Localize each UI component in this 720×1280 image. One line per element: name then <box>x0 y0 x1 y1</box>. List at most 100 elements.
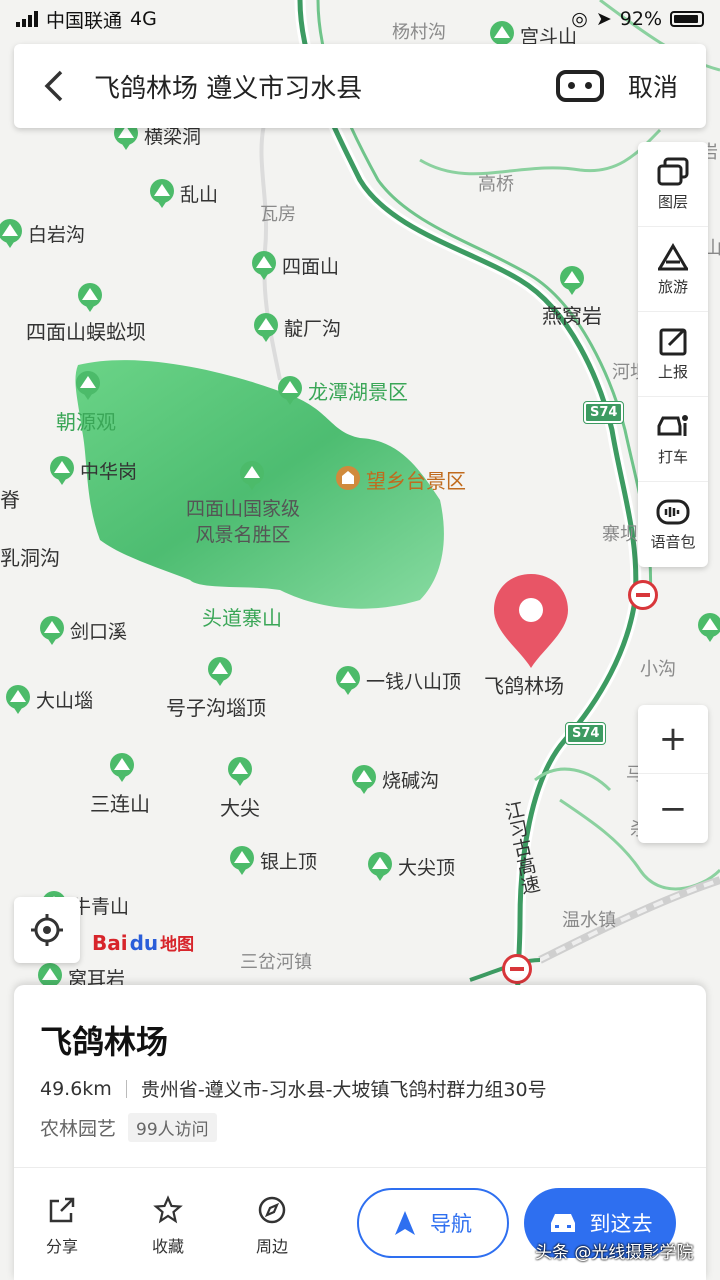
label-toudaozhaishan: 头道寨山 <box>202 606 282 630</box>
zoom-in-button[interactable]: + <box>638 705 708 774</box>
favorite-button[interactable]: 收藏 <box>138 1195 198 1257</box>
poi-scenic-area-pin[interactable] <box>238 460 270 490</box>
cancel-button[interactable]: 取消 <box>628 68 678 104</box>
tool-travel[interactable]: 旅游 <box>638 227 708 312</box>
poi-yanwoyan-label: 燕窝岩 <box>542 304 602 328</box>
place-detail-card[interactable]: 飞鸽林场 49.6km 贵州省-遵义市-习水县-大坡镇飞鸽村群力组30号 农林园… <box>14 985 706 1280</box>
compass-icon <box>258 1196 286 1224</box>
tool-voice-pack[interactable]: 语音包 <box>638 482 708 567</box>
watermark: 头条 @光线摄影学院 <box>535 1243 694 1263</box>
poi-haozigou-pin[interactable] <box>206 656 238 686</box>
signal-icon <box>16 11 38 27</box>
network-type: 4G <box>130 8 157 30</box>
place-address: 贵州省-遵义市-习水县-大坡镇飞鸽村群力组30号 <box>140 1079 547 1101</box>
poi-dashannao[interactable]: 大山堖 <box>4 684 93 714</box>
poi-sanlianshan-label: 三连山 <box>90 792 150 816</box>
location-arrow-icon: ➤ <box>595 8 612 30</box>
battery-icon <box>670 11 704 27</box>
mountain-pin-icon <box>0 219 22 248</box>
mountain-pin-icon <box>110 753 134 782</box>
zoom-control: + − <box>638 705 708 843</box>
mountain-pin-icon <box>278 376 302 405</box>
place-distance: 49.6km <box>40 1077 112 1100</box>
car-icon <box>550 1214 575 1232</box>
poi-dianchanggou[interactable]: 靛厂沟 <box>252 312 341 342</box>
place-xiaogou: 小沟 <box>640 659 676 680</box>
poi-longtanhu[interactable]: 龙潭湖景区 <box>276 375 408 405</box>
poi-shaojiangou[interactable]: 烧碱沟 <box>350 764 439 794</box>
scenic-area-label: 四面山国家级 风景名胜区 <box>186 498 301 546</box>
poi-yiqianbashanding[interactable]: 一钱八山顶 <box>334 665 461 695</box>
destination-label: 飞鸽林场 <box>484 674 564 698</box>
poi-dajianding[interactable]: 大尖顶 <box>366 851 455 881</box>
back-button[interactable] <box>14 44 94 128</box>
poi-zhonghuagang[interactable]: 中华岗 <box>48 455 137 485</box>
mountain-pin-icon <box>254 313 278 342</box>
poi-wugongba[interactable] <box>76 282 108 312</box>
mountain-pin-icon <box>252 251 276 280</box>
poi-edge-right[interactable] <box>696 612 720 642</box>
poi-wugongba-label: 四面山蜈蚣坝 <box>26 320 146 344</box>
nearby-button[interactable]: 周边 <box>242 1195 302 1257</box>
mountain-pin-icon <box>230 846 254 875</box>
mountain-pin-icon <box>40 616 64 645</box>
rotation-lock-icon: ◎ <box>571 8 588 30</box>
attraction-pin-icon <box>336 466 360 490</box>
mountain-pin-icon <box>368 852 392 881</box>
place-name: 飞鸽林场 <box>40 1023 169 1061</box>
highway-shield: S74 <box>582 401 625 424</box>
place-category: 农林园艺 <box>40 1118 117 1140</box>
visit-count-badge: 99人访问 <box>128 1113 217 1142</box>
poi-chaoyuanguan-pin[interactable] <box>74 370 106 400</box>
place-wafang: 瓦房 <box>260 204 296 225</box>
highway-shield: S74 <box>564 722 607 745</box>
battery-percent: 92% <box>619 8 662 30</box>
navigate-button[interactable]: 导航 <box>357 1188 509 1258</box>
mountain-pin-icon <box>560 266 584 295</box>
no-entry-icon <box>502 954 532 984</box>
poi-sanlianshan-pin[interactable] <box>108 752 140 782</box>
baidu-logo: Bai du 地图 <box>92 930 195 956</box>
layers-icon <box>657 157 689 185</box>
locate-button[interactable] <box>14 897 80 963</box>
poi-simianshan[interactable]: 四面山 <box>250 250 339 280</box>
mountain-pin-icon <box>698 613 720 642</box>
poi-wangxiangtai[interactable]: 望乡台景区 <box>334 464 466 494</box>
map-toolbar: 图层 旅游 上报 打车 语音包 <box>638 142 708 567</box>
mountain-pin-icon <box>336 666 360 695</box>
tool-taxi[interactable]: 打车 <box>638 397 708 482</box>
mountain-pin-icon <box>208 657 232 686</box>
poi-yinshangding[interactable]: 银上顶 <box>228 845 317 875</box>
share-icon <box>49 1197 75 1223</box>
place-gaoqiao: 高桥 <box>478 174 514 195</box>
chevron-left-icon <box>44 70 63 102</box>
zoom-out-button[interactable]: − <box>638 774 708 843</box>
mountain-pin-icon <box>6 685 30 714</box>
poi-dajian-label: 大尖 <box>220 796 260 820</box>
place-zhaiba: 寨坝 <box>602 524 638 545</box>
mountain-pin-icon <box>150 179 174 208</box>
mountain-pin-icon <box>50 456 74 485</box>
destination-marker-icon[interactable] <box>490 572 572 672</box>
star-icon <box>153 1195 183 1224</box>
poi-dajian-pin[interactable] <box>226 756 258 786</box>
poi-chaoyuanguan-label: 朝源观 <box>56 410 116 434</box>
taxi-icon <box>657 414 688 436</box>
place-sanchahezhen: 三岔河镇 <box>240 952 312 973</box>
status-bar: 中国联通 4G ◎ ➤ 92% <box>0 0 720 38</box>
poi-yanwoyan-pin[interactable] <box>558 265 590 295</box>
search-bar: 飞鸽林场 遵义市习水县 取消 <box>14 44 706 128</box>
tool-report[interactable]: 上报 <box>638 312 708 397</box>
voice-pack-icon <box>656 499 690 525</box>
place-category-row: 农林园艺 99人访问 <box>40 1113 217 1142</box>
share-button[interactable]: 分享 <box>32 1195 92 1257</box>
poi-jiankouxi[interactable]: 剑口溪 <box>38 615 127 645</box>
poi-baiyangou[interactable]: 白岩沟 <box>0 218 85 248</box>
navigation-arrow-icon <box>395 1211 415 1235</box>
poi-luanshan[interactable]: 乱山 <box>148 178 218 208</box>
mountain-pin-icon <box>352 765 376 794</box>
vr-view-icon[interactable] <box>555 70 604 102</box>
search-query[interactable]: 飞鸽林场 遵义市习水县 <box>94 68 556 105</box>
place-meta: 49.6km 贵州省-遵义市-习水县-大坡镇飞鸽村群力组30号 <box>40 1075 547 1102</box>
tool-layers[interactable]: 图层 <box>638 142 708 227</box>
